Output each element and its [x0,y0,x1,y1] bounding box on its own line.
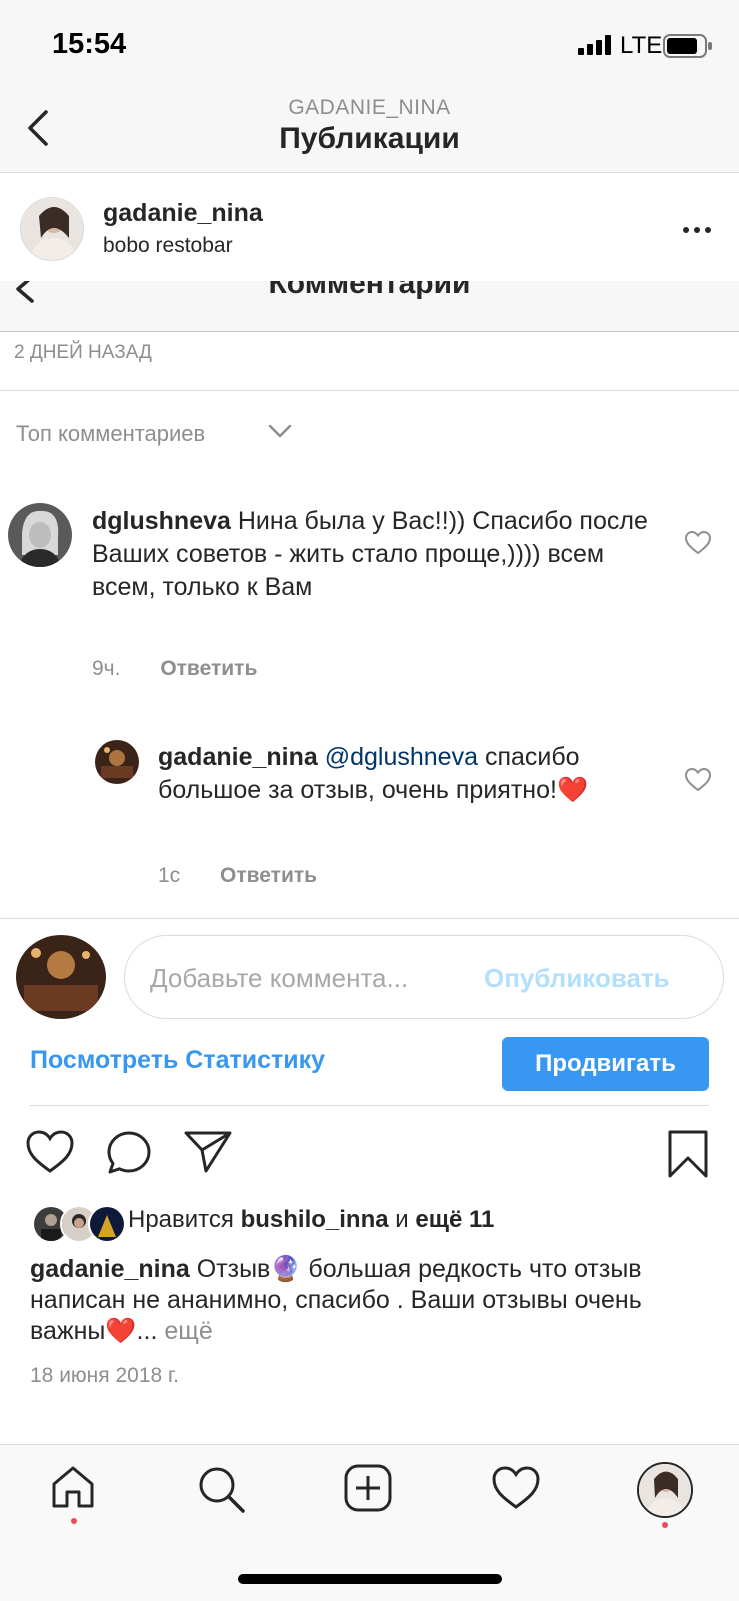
likes-more[interactable]: ещё 11 [415,1206,494,1233]
commenter-avatar[interactable] [8,503,72,567]
bookmark-icon[interactable] [668,1130,708,1178]
notification-dot [662,1522,668,1528]
post-location[interactable]: bobo restobar [103,234,233,258]
home-indicator [238,1574,502,1584]
current-user-avatar [16,935,106,1019]
comment-meta: 9ч. Ответить [92,657,257,681]
signal-icon [578,35,611,55]
search-icon[interactable] [196,1464,246,1514]
caption-more-link[interactable]: ещё [164,1317,212,1345]
caption-ellipsis: ... [136,1317,158,1345]
reply-meta: 1с Ответить [158,864,317,888]
reply-mention[interactable]: @dglushneva [325,743,478,771]
view-insights-link[interactable]: Посмотреть Статистику [30,1046,325,1075]
more-icon[interactable] [682,226,712,234]
post-caption: gadanie_nina Отзыв🔮 большая редкость что… [30,1254,710,1347]
activity-icon[interactable] [492,1466,540,1510]
reply-body: gadanie_nina @dglushneva спасибо большое… [158,741,658,807]
likes-summary: Нравится bushilo_inna и ещё 11 [128,1206,494,1234]
status-time: 15:54 [52,28,127,60]
publish-button[interactable]: Опубликовать [484,963,670,994]
heart-icon[interactable] [26,1130,74,1174]
comment-username[interactable]: dglushneva [92,507,231,535]
comments-header: Комментарии [0,281,739,332]
crystal-ball-emoji: 🔮 [270,1255,302,1283]
comment-time: 9ч. [92,657,121,680]
comment-body: dglushneva Нина была у Вас!!)) Спасибо п… [92,505,652,604]
comments-title: Комментарии [268,281,471,300]
divider [0,918,739,919]
notification-dot [71,1518,77,1524]
home-icon[interactable] [50,1464,96,1510]
likes-middle: и [395,1206,409,1233]
divider [0,390,739,391]
network-type: LTE [620,32,663,59]
divider [30,1105,709,1106]
profile-icon[interactable] [637,1462,693,1518]
share-icon[interactable] [184,1130,232,1174]
caption-username[interactable]: gadanie_nina [30,1255,190,1283]
likes-prefix: Нравится [128,1206,234,1233]
reply-time: 1с [158,864,181,887]
reply-button[interactable]: Ответить [160,657,257,680]
nav-subtitle: GADANIE_NINA [288,96,451,119]
caption-text-1: Отзыв [196,1255,271,1283]
battery-icon [663,34,712,58]
sort-dropdown-label[interactable]: Топ комментариев [16,421,205,447]
page-title: Публикации [279,122,460,155]
add-icon[interactable] [344,1464,392,1512]
post-date: 18 июня 2018 г. [30,1364,179,1387]
heart-emoji: ❤️ [556,776,589,804]
reply-author-avatar[interactable] [95,740,139,784]
post-author-username[interactable]: gadanie_nina [103,199,263,228]
reply-username[interactable]: gadanie_nina [158,743,318,771]
like-comment-heart-icon[interactable] [685,531,711,555]
likes-user[interactable]: bushilo_inna [241,1206,389,1233]
liker-avatar [88,1205,126,1243]
post-author-avatar[interactable] [20,197,84,261]
heart-emoji: ❤️ [105,1317,137,1345]
post-age: 2 ДНЕЙ НАЗАД [14,342,152,363]
chevron-down-icon[interactable] [268,423,292,439]
comment-icon[interactable] [106,1130,152,1176]
reply-button[interactable]: Ответить [220,864,317,887]
promote-button[interactable]: Продвигать [502,1037,709,1091]
comment-input-placeholder[interactable]: Добавьте коммента... [150,963,408,994]
like-reply-heart-icon[interactable] [685,768,711,792]
